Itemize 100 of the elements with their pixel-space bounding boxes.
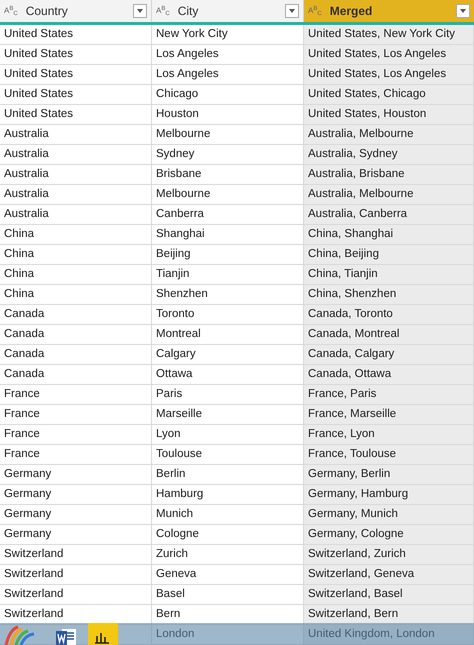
table-cell: China: [0, 225, 152, 245]
table-cell: Zurich: [152, 545, 304, 565]
filter-dropdown[interactable]: [456, 4, 470, 18]
table-cell: Cologne: [152, 525, 304, 545]
table-cell: Canada: [0, 305, 152, 325]
table-cell: Canada: [0, 365, 152, 385]
table-cell: Shenzhen: [152, 285, 304, 305]
caret-icon: [289, 9, 295, 13]
table-cell: China, Tianjin: [304, 265, 474, 285]
table-cell: Australia: [0, 125, 152, 145]
table-cell: United Kingdom, London: [304, 625, 474, 645]
table-cell: Switzerland: [0, 605, 152, 625]
table-cell: Canada: [0, 345, 152, 365]
table-cell: Marseille: [152, 405, 304, 425]
column-label: City: [178, 3, 200, 20]
document-app-icon[interactable]: [56, 627, 76, 645]
table-cell: Germany, Cologne: [304, 525, 474, 545]
table-cell: United States, Houston: [304, 105, 474, 125]
table-cell: Houston: [152, 105, 304, 125]
table-cell: Los Angeles: [152, 45, 304, 65]
table-cell: United States, Chicago: [304, 85, 474, 105]
table-cell: Australia, Melbourne: [304, 125, 474, 145]
table-cell: China, Shanghai: [304, 225, 474, 245]
table-cell: Australia: [0, 185, 152, 205]
table-cell: Tianjin: [152, 265, 304, 285]
table-cell: Ottawa: [152, 365, 304, 385]
table-cell: Switzerland: [0, 565, 152, 585]
table-cell: Shanghai: [152, 225, 304, 245]
table-cell: Switzerland, Geneva: [304, 565, 474, 585]
table-cell: United States: [0, 45, 152, 65]
table-cell: Basel: [152, 585, 304, 605]
table-cell: London: [152, 625, 304, 645]
table-cell: Australia, Sydney: [304, 145, 474, 165]
table-cell: Chicago: [152, 85, 304, 105]
table-cell: France, Lyon: [304, 425, 474, 445]
table-cell: Switzerland: [0, 585, 152, 605]
bar-chart-app-icon[interactable]: [88, 623, 118, 645]
table-cell: Munich: [152, 505, 304, 525]
table-cell: Brisbane: [152, 165, 304, 185]
table-cell: Australia: [0, 165, 152, 185]
table-cell: Switzerland, Zurich: [304, 545, 474, 565]
table-cell: China, Beijing: [304, 245, 474, 265]
table-cell: Australia, Brisbane: [304, 165, 474, 185]
table-cell: Australia, Melbourne: [304, 185, 474, 205]
table-cell: United States, Los Angeles: [304, 65, 474, 85]
filter-dropdown[interactable]: [133, 4, 147, 18]
table-cell: United States: [0, 85, 152, 105]
table-cell: Switzerland: [0, 545, 152, 565]
table-cell: United States: [0, 65, 152, 85]
table-cell: Canada, Calgary: [304, 345, 474, 365]
table-cell: Canada: [0, 325, 152, 345]
table-cell: China, Shenzhen: [304, 285, 474, 305]
table-cell: China: [0, 245, 152, 265]
table-cell: Toronto: [152, 305, 304, 325]
table-cell: Beijing: [152, 245, 304, 265]
table-cell: Germany: [0, 525, 152, 545]
table-cell: New York City: [152, 25, 304, 45]
table-cell: Montreal: [152, 325, 304, 345]
table-cell: Calgary: [152, 345, 304, 365]
table-cell: France, Toulouse: [304, 445, 474, 465]
table-cell: United States, Los Angeles: [304, 45, 474, 65]
table-cell: Sydney: [152, 145, 304, 165]
table-cell: Germany, Hamburg: [304, 485, 474, 505]
caret-icon: [460, 9, 466, 13]
table-cell: Germany, Berlin: [304, 465, 474, 485]
table-cell: Germany: [0, 505, 152, 525]
filter-dropdown[interactable]: [285, 4, 299, 18]
table-cell: Lyon: [152, 425, 304, 445]
table-cell: Canada, Toronto: [304, 305, 474, 325]
table-cell: United States, New York City: [304, 25, 474, 45]
table-cell: Australia, Canberra: [304, 205, 474, 225]
table-cell: Canberra: [152, 205, 304, 225]
table-cell: Bern: [152, 605, 304, 625]
caret-icon: [137, 9, 143, 13]
table-cell: Australia: [0, 145, 152, 165]
table-cell: Geneva: [152, 565, 304, 585]
column-label: Country: [26, 3, 69, 20]
table-cell: United States: [0, 105, 152, 125]
table-cell: Germany: [0, 485, 152, 505]
table-cell: Melbourne: [152, 185, 304, 205]
table-cell: France: [0, 425, 152, 445]
table-cell: Los Angeles: [152, 65, 304, 85]
table-cell: Berlin: [152, 465, 304, 485]
table-cell: Paris: [152, 385, 304, 405]
table-cell: China: [0, 265, 152, 285]
table-cell: Australia: [0, 205, 152, 225]
table-cell: Switzerland, Bern: [304, 605, 474, 625]
table-cell: Hamburg: [152, 485, 304, 505]
table-cell: Switzerland, Basel: [304, 585, 474, 605]
table-cell: Germany: [0, 465, 152, 485]
table-cell: France: [0, 385, 152, 405]
column-label: Merged: [330, 3, 374, 20]
table-cell: France: [0, 405, 152, 425]
table-cell: France, Paris: [304, 385, 474, 405]
table-cell: Germany, Munich: [304, 505, 474, 525]
table-cell: Canada, Ottawa: [304, 365, 474, 385]
table-cell: China: [0, 285, 152, 305]
table-cell: Melbourne: [152, 125, 304, 145]
table-cell: United States: [0, 25, 152, 45]
table-cell: France: [0, 445, 152, 465]
